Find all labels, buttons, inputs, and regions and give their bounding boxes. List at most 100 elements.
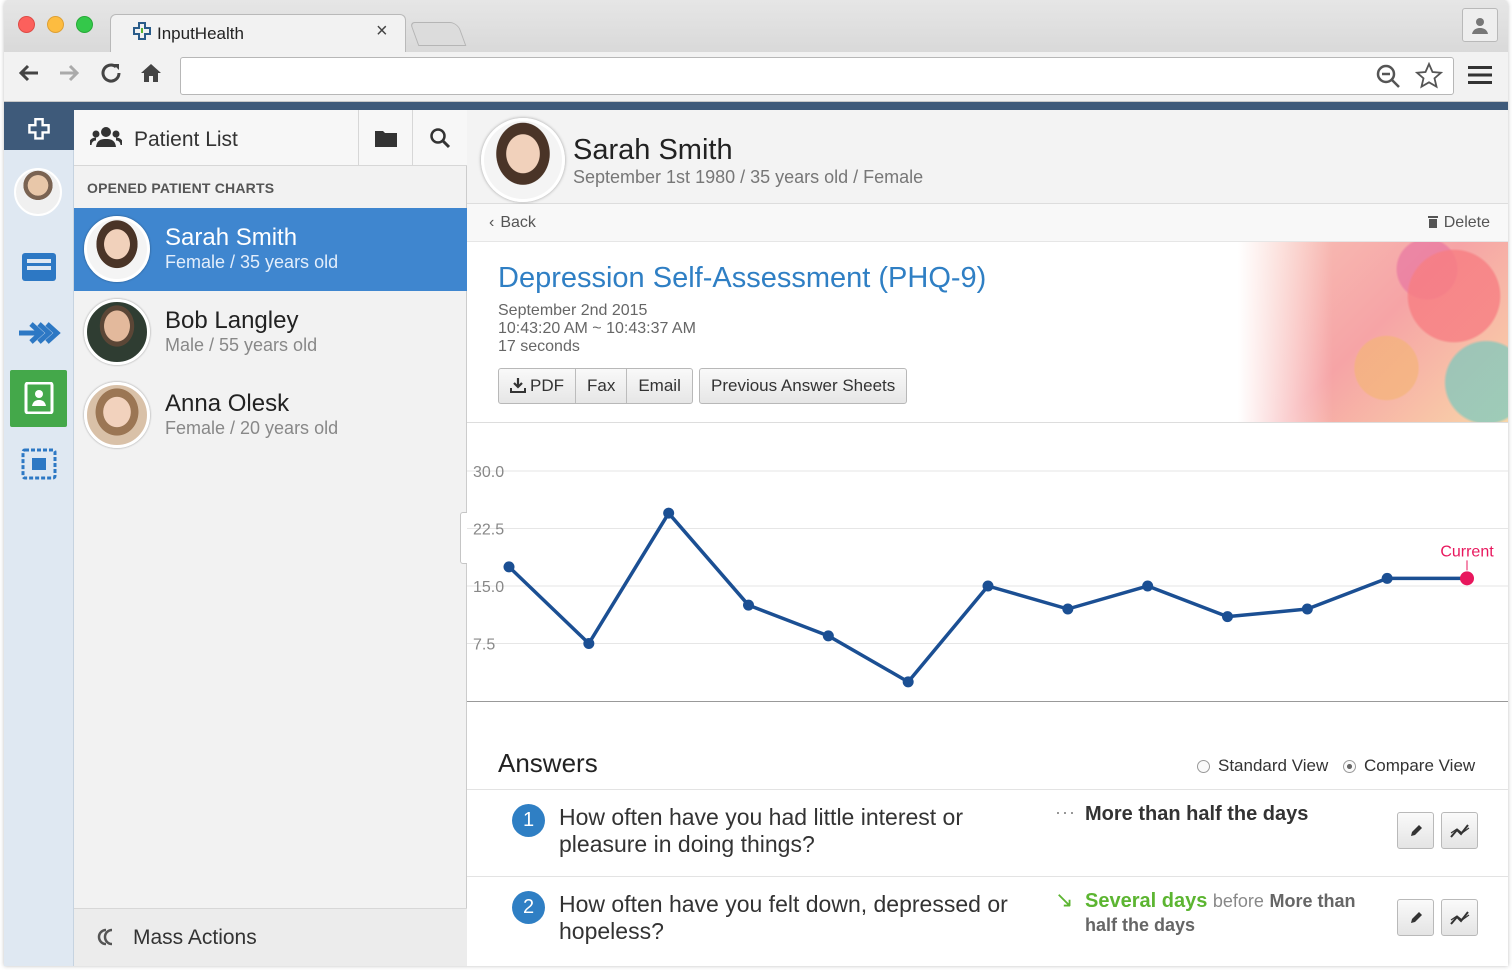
y-tick-label: 30.0 [473, 464, 504, 481]
download-icon [510, 378, 526, 393]
arrow-right-icon[interactable] [56, 60, 82, 93]
screen-capture-icon[interactable] [4, 436, 74, 492]
browser-tab[interactable] [110, 14, 406, 52]
profile-icon[interactable] [1462, 8, 1498, 42]
score-point[interactable] [1381, 572, 1393, 584]
browser-window: InputHealth × Patient List OPENED PATIEN… [4, 0, 1508, 966]
left-rail [4, 110, 74, 966]
compare-view-option[interactable]: Compare View [1343, 756, 1475, 776]
compare-view-radio[interactable] [1343, 760, 1356, 773]
compare-view-label: Compare View [1364, 756, 1476, 775]
arrow-left-icon[interactable] [16, 60, 42, 93]
delete-label: Delete [1443, 214, 1490, 231]
answer-text: More than half the days [1085, 802, 1375, 826]
question-text: How often have you had little interest o… [559, 804, 964, 857]
maximize-window-button[interactable] [76, 16, 93, 33]
doctor-avatar[interactable] [14, 168, 62, 216]
trend-line-icon [1449, 824, 1469, 838]
score-point[interactable] [1222, 611, 1233, 623]
reload-icon[interactable] [98, 60, 124, 93]
question-number: 1 [512, 804, 545, 837]
hamburger-menu-icon[interactable] [1468, 62, 1492, 93]
edit-answer-button[interactable] [1397, 812, 1434, 849]
score-point[interactable] [503, 561, 515, 573]
patient-item-bob-langley[interactable]: Bob Langley Male / 55 years old [74, 291, 467, 374]
score-point[interactable] [663, 507, 675, 519]
patient-charts-icon[interactable] [10, 370, 67, 427]
answer-value: Several days [1085, 890, 1208, 912]
score-chart: 30.0 22.5 15.0 7.5 Current [467, 422, 1508, 702]
pdf-button[interactable]: PDF [499, 369, 576, 403]
previous-answer-sheets-button[interactable]: Previous Answer Sheets [699, 368, 908, 404]
patient-sub: Female / 20 years old [165, 418, 339, 438]
inbox-icon[interactable] [4, 238, 74, 294]
patient-item-sarah-smith[interactable]: Sarah Smith Female / 35 years old [74, 208, 467, 291]
score-point[interactable] [982, 580, 994, 592]
current-score-point[interactable] [1460, 571, 1474, 586]
patient-item-anna-olesk[interactable]: Anna Olesk Female / 20 years old [74, 374, 467, 457]
score-point[interactable] [902, 676, 914, 688]
export-button-group: PDF Fax Email [498, 368, 693, 404]
pdf-label: PDF [530, 376, 564, 395]
back-button[interactable]: ‹ Back [489, 214, 536, 232]
patient-name: Anna Olesk [165, 390, 290, 417]
question-row: 1 How often have you had little interest… [467, 789, 1508, 875]
y-tick-label: 22.5 [473, 522, 504, 539]
close-window-button[interactable] [18, 16, 35, 33]
standard-view-label: Standard View [1218, 756, 1329, 775]
main-content: Sarah Smith September 1st 1980 / 35 year… [467, 110, 1508, 966]
edit-answer-button[interactable] [1397, 899, 1434, 936]
trend-chart-button[interactable] [1441, 899, 1478, 936]
app-logo-icon[interactable] [4, 110, 74, 150]
back-bar: ‹ Back Delete [467, 204, 1508, 242]
answer-before-word: before [1212, 891, 1264, 911]
answers-title: Answers [498, 748, 598, 778]
address-bar[interactable] [180, 57, 1454, 95]
new-tab-button[interactable] [409, 22, 467, 46]
standard-view-radio[interactable] [1197, 760, 1210, 773]
assessment-date: September 2nd 2015 [498, 302, 648, 319]
score-line-chart: 30.0 22.5 15.0 7.5 Current [467, 464, 1508, 688]
avatar [84, 382, 150, 448]
home-icon[interactable] [138, 60, 164, 93]
y-tick-label: 7.5 [473, 637, 495, 654]
answer-text: Several days before More than half the d… [1085, 889, 1375, 937]
tab-close-icon[interactable]: × [376, 20, 388, 43]
trash-icon [1427, 216, 1438, 228]
trend-line-icon [1449, 911, 1469, 925]
mass-actions-label: Mass Actions [133, 926, 257, 949]
folder-icon[interactable] [358, 110, 412, 165]
question-text: How often have you felt down, depressed … [559, 891, 1008, 944]
email-button[interactable]: Email [627, 369, 692, 403]
score-series-line [507, 511, 1467, 684]
assessment-time: 10:43:20 AM ~ 10:43:37 AM [498, 320, 696, 337]
patient-list-header: Patient List [74, 110, 467, 166]
score-point[interactable] [583, 638, 595, 649]
patient-header: Sarah Smith September 1st 1980 / 35 year… [467, 110, 1508, 204]
score-point[interactable] [743, 599, 754, 611]
question-number: 2 [512, 891, 545, 924]
fax-button[interactable]: Fax [576, 369, 628, 403]
users-icon [88, 126, 124, 154]
zoom-icon[interactable] [1374, 62, 1402, 90]
inputhealth-logo-icon [133, 22, 151, 40]
chevron-left-icon: ‹ [489, 214, 495, 231]
star-icon[interactable] [1414, 61, 1444, 90]
minimize-window-button[interactable] [47, 16, 64, 33]
forward-arrows-icon[interactable] [4, 304, 74, 360]
search-icon[interactable] [412, 110, 466, 165]
answer-value: More than half the days [1085, 803, 1309, 825]
trend-chart-button[interactable] [1441, 812, 1478, 849]
score-point[interactable] [1301, 603, 1313, 615]
patient-sub: Male / 55 years old [165, 335, 318, 355]
score-point[interactable] [822, 630, 834, 642]
pencil-icon [1410, 825, 1422, 836]
score-point[interactable] [1142, 580, 1154, 592]
opened-charts-label: OPENED PATIENT CHARTS [87, 180, 275, 196]
score-point[interactable] [1062, 603, 1074, 615]
patient-sub: Female / 35 years old [165, 252, 339, 272]
standard-view-option[interactable]: Standard View [1197, 756, 1328, 776]
patient-list-title: Patient List [134, 128, 238, 151]
delete-button[interactable]: Delete [1427, 214, 1490, 232]
mass-actions-button[interactable]: Mass Actions [74, 908, 467, 966]
